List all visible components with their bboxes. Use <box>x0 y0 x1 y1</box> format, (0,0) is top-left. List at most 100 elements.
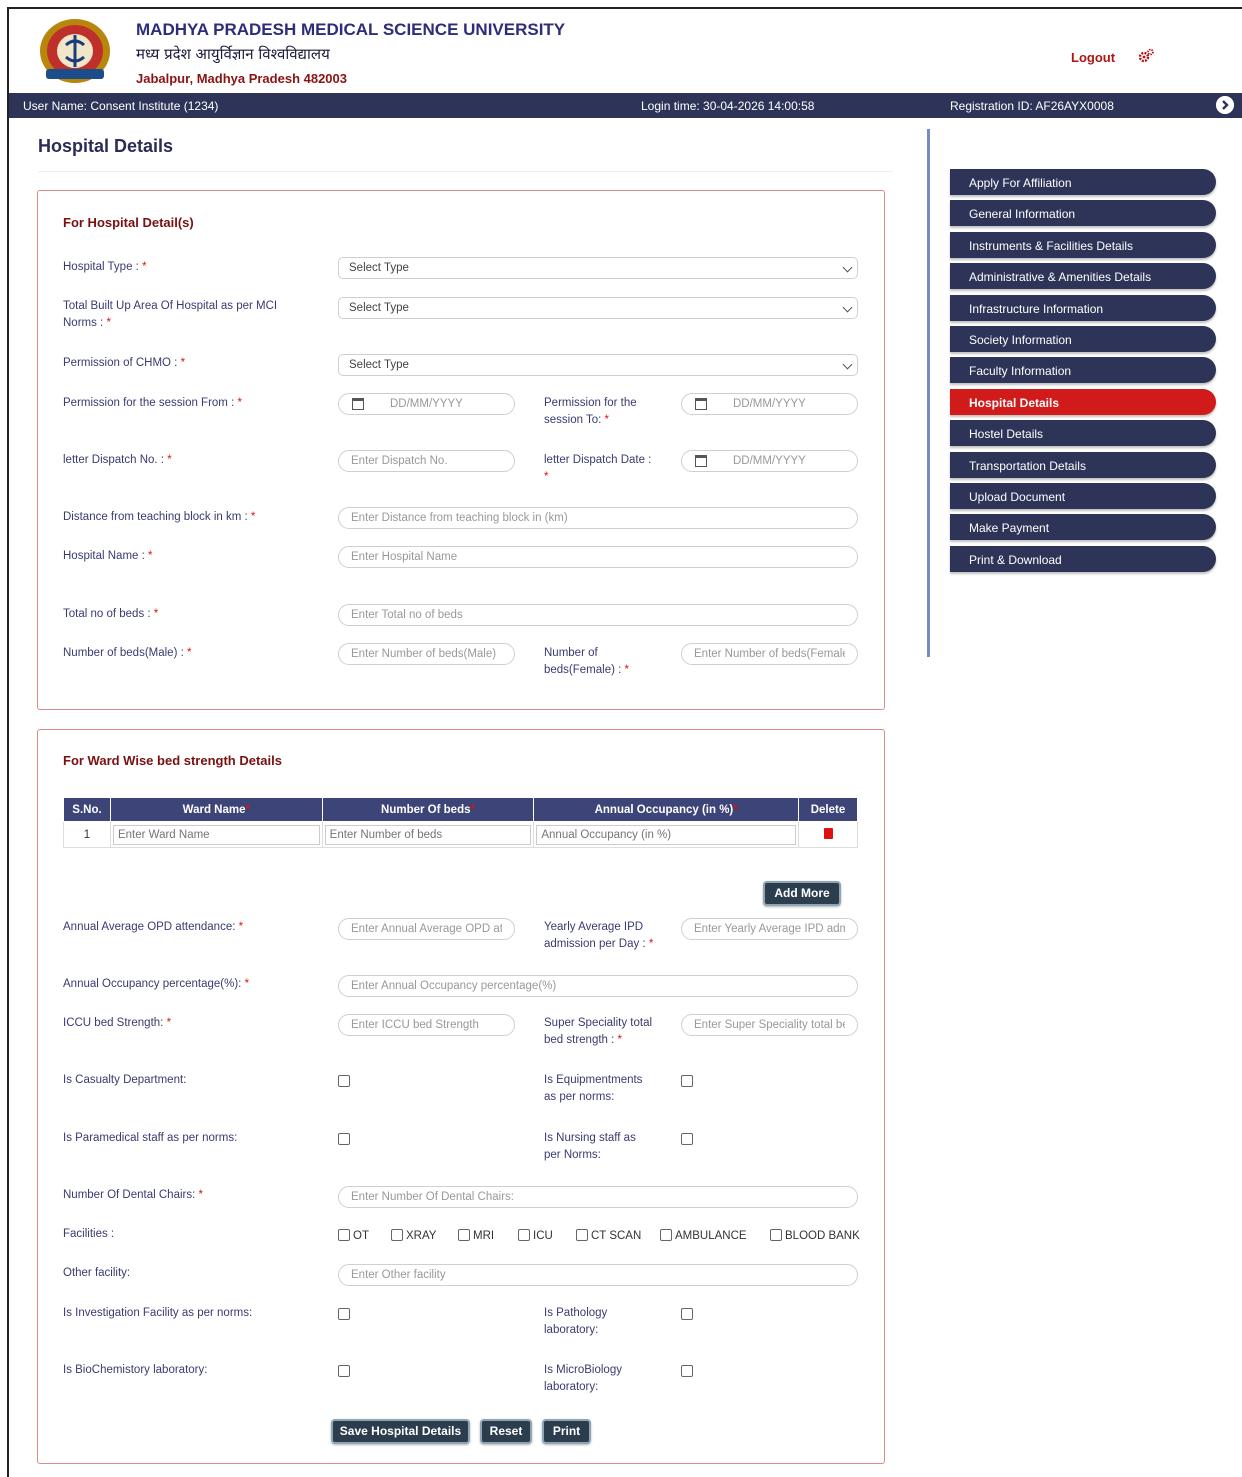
dental-chairs-input[interactable] <box>338 1186 858 1208</box>
sidebar-item-print-download[interactable]: Print & Download <box>950 545 1216 572</box>
title-divider <box>38 171 893 172</box>
opd-label: Annual Average OPD attendance: * <box>63 921 244 933</box>
facility-ambulance[interactable]: AMBULANCE <box>660 1229 747 1242</box>
occupancy-pct-input[interactable] <box>338 975 858 997</box>
calendar-icon <box>695 398 707 410</box>
hospital-name-input[interactable] <box>338 546 858 568</box>
arrow-right-icon[interactable] <box>1216 96 1234 114</box>
microbiology-label: Is MicroBiology laboratory: <box>544 1364 622 1393</box>
beds-male-input[interactable] <box>338 643 515 665</box>
total-beds-input[interactable] <box>338 604 858 626</box>
sidebar-item-hostel-details[interactable]: Hostel Details <box>950 420 1216 447</box>
occupancy-pct-label: Annual Occupancy percentage(%): * <box>63 978 250 990</box>
chmo-select[interactable]: Select Type <box>338 354 858 376</box>
ipd-input[interactable] <box>681 918 858 940</box>
built-area-select[interactable]: Select Type <box>338 297 858 319</box>
hospital-section-title: For Hospital Detail(s) <box>63 215 194 230</box>
sidebar-item-infrastructure-information[interactable]: Infrastructure Information <box>950 294 1216 321</box>
row-sno: 1 <box>63 821 111 848</box>
facility-blood-bank[interactable]: BLOOD BANK <box>770 1229 860 1242</box>
add-more-button[interactable]: Add More <box>763 881 841 906</box>
ipd-label: Yearly Average IPD admission per Day : * <box>544 921 654 950</box>
casualty-label: Is Casualty Department: <box>63 1074 187 1086</box>
university-name-hi: मध्य प्रदेश आयुर्विज्ञान विश्वविद्यालय <box>136 45 330 63</box>
nursing-checkbox[interactable] <box>681 1133 693 1145</box>
dispatch-date[interactable]: DD/MM/YYYY <box>681 450 858 472</box>
biochem-checkbox[interactable] <box>338 1365 350 1377</box>
registration-id: Registration ID: AF26AYX0008 <box>950 99 1114 113</box>
university-address: Jabalpur, Madhya Pradesh 482003 <box>136 71 347 86</box>
user-name: User Name: Consent Institute (1234) <box>23 99 219 113</box>
col-sno: S.No. <box>63 797 111 822</box>
microbiology-checkbox[interactable] <box>681 1365 693 1377</box>
ward-name-input[interactable] <box>112 824 320 845</box>
save-hospital-details-button[interactable]: Save Hospital Details <box>331 1419 470 1444</box>
ward-beds-input[interactable] <box>324 824 532 845</box>
distance-input[interactable] <box>338 507 858 529</box>
chevron-down-icon <box>842 302 853 313</box>
total-beds-label: Total no of beds : * <box>63 608 159 620</box>
ward-section-title: For Ward Wise bed strength Details <box>63 753 282 768</box>
trash-icon[interactable] <box>823 827 833 839</box>
session-to-label: Permission for the session To: * <box>544 397 637 426</box>
logout-link[interactable]: Logout <box>1071 50 1115 65</box>
hospital-type-select[interactable]: Select Type <box>338 257 858 279</box>
super-speciality-input[interactable] <box>681 1014 858 1036</box>
facility-ct-scan[interactable]: CT SCAN <box>576 1229 641 1242</box>
paramedical-checkbox[interactable] <box>338 1133 350 1145</box>
sidebar-item-society-information[interactable]: Society Information <box>950 326 1216 352</box>
sidebar-item-apply-for-affiliation[interactable]: Apply For Affiliation <box>950 169 1216 195</box>
facility-xray[interactable]: XRAY <box>391 1229 436 1242</box>
pathology-checkbox[interactable] <box>681 1308 693 1320</box>
sidebar-item-instruments-facilities-details[interactable]: Instruments & Facilities Details <box>950 231 1216 258</box>
biochem-label: Is BioChemistory laboratory: <box>63 1364 208 1376</box>
dispatch-no-input[interactable] <box>338 450 515 472</box>
session-from-label: Permission for the session From : * <box>63 397 242 409</box>
nursing-label: Is Nursing staff as per Norms: <box>544 1132 636 1161</box>
hospital-name-label: Hospital Name : * <box>63 550 153 562</box>
calendar-icon <box>352 398 364 410</box>
other-facility-label: Other facility: <box>63 1267 131 1279</box>
super-speciality-label: Super Speciality total bed strength : * <box>544 1017 653 1046</box>
university-name-en: MADHYA PRADESH MEDICAL SCIENCE UNIVERSIT… <box>136 20 566 39</box>
table-row: 1 <box>63 821 858 848</box>
sidebar-item-make-payment[interactable]: Make Payment <box>950 514 1216 541</box>
sidebar-item-upload-document[interactable]: Upload Document <box>950 483 1216 509</box>
ward-occupancy-input[interactable] <box>536 824 796 845</box>
print-button[interactable]: Print <box>542 1419 591 1444</box>
sidebar-item-hospital-details[interactable]: Hospital Details <box>950 388 1216 415</box>
session-from-date[interactable]: DD/MM/YYYY <box>338 393 515 415</box>
sidebar-item-transportation-details[interactable]: Transportation Details <box>950 451 1216 478</box>
equipment-checkbox[interactable] <box>681 1075 693 1087</box>
beds-female-input[interactable] <box>681 643 858 665</box>
reset-button[interactable]: Reset <box>480 1419 532 1444</box>
beds-male-label: Number of beds(Male) : * <box>63 647 192 659</box>
beds-female-label: Number of beds(Female) : * <box>544 647 630 676</box>
distance-label: Distance from teaching block in km : * <box>63 511 256 523</box>
gear-icon[interactable] <box>1138 48 1154 64</box>
col-beds: Number Of beds* <box>321 797 535 822</box>
facility-mri[interactable]: MRI <box>458 1229 494 1242</box>
login-time: Login time: 30-04-2026 14:00:58 <box>641 99 815 113</box>
opd-input[interactable] <box>338 918 515 940</box>
session-to-date[interactable]: DD/MM/YYYY <box>681 393 858 415</box>
other-facility-input[interactable] <box>338 1264 858 1286</box>
sidebar-divider <box>927 129 930 657</box>
col-ward-name: Ward Name* <box>109 797 323 822</box>
equipment-label: Is Equipmentments as per norms: <box>544 1074 643 1103</box>
pathology-label: Is Pathology laboratory: <box>544 1307 608 1336</box>
sidebar-item-general-information[interactable]: General Information <box>950 200 1216 227</box>
calendar-icon <box>695 455 707 467</box>
dispatch-date-label: letter Dispatch Date : * <box>544 454 652 483</box>
facility-icu[interactable]: ICU <box>518 1229 553 1242</box>
investigation-checkbox[interactable] <box>338 1308 350 1320</box>
casualty-checkbox[interactable] <box>338 1075 350 1087</box>
facility-ot[interactable]: OT <box>338 1229 369 1242</box>
chevron-down-icon <box>842 359 853 370</box>
sidebar-item-administrative-amenities-details[interactable]: Administrative & Amenities Details <box>950 263 1216 290</box>
iccu-input[interactable] <box>338 1014 515 1036</box>
top-info-bar: User Name: Consent Institute (1234) Logi… <box>9 93 1242 118</box>
investigation-label: Is Investigation Facility as per norms: <box>63 1307 253 1319</box>
sidebar-item-faculty-information[interactable]: Faculty Information <box>950 357 1216 384</box>
iccu-label: ICCU bed Strength: * <box>63 1017 172 1029</box>
